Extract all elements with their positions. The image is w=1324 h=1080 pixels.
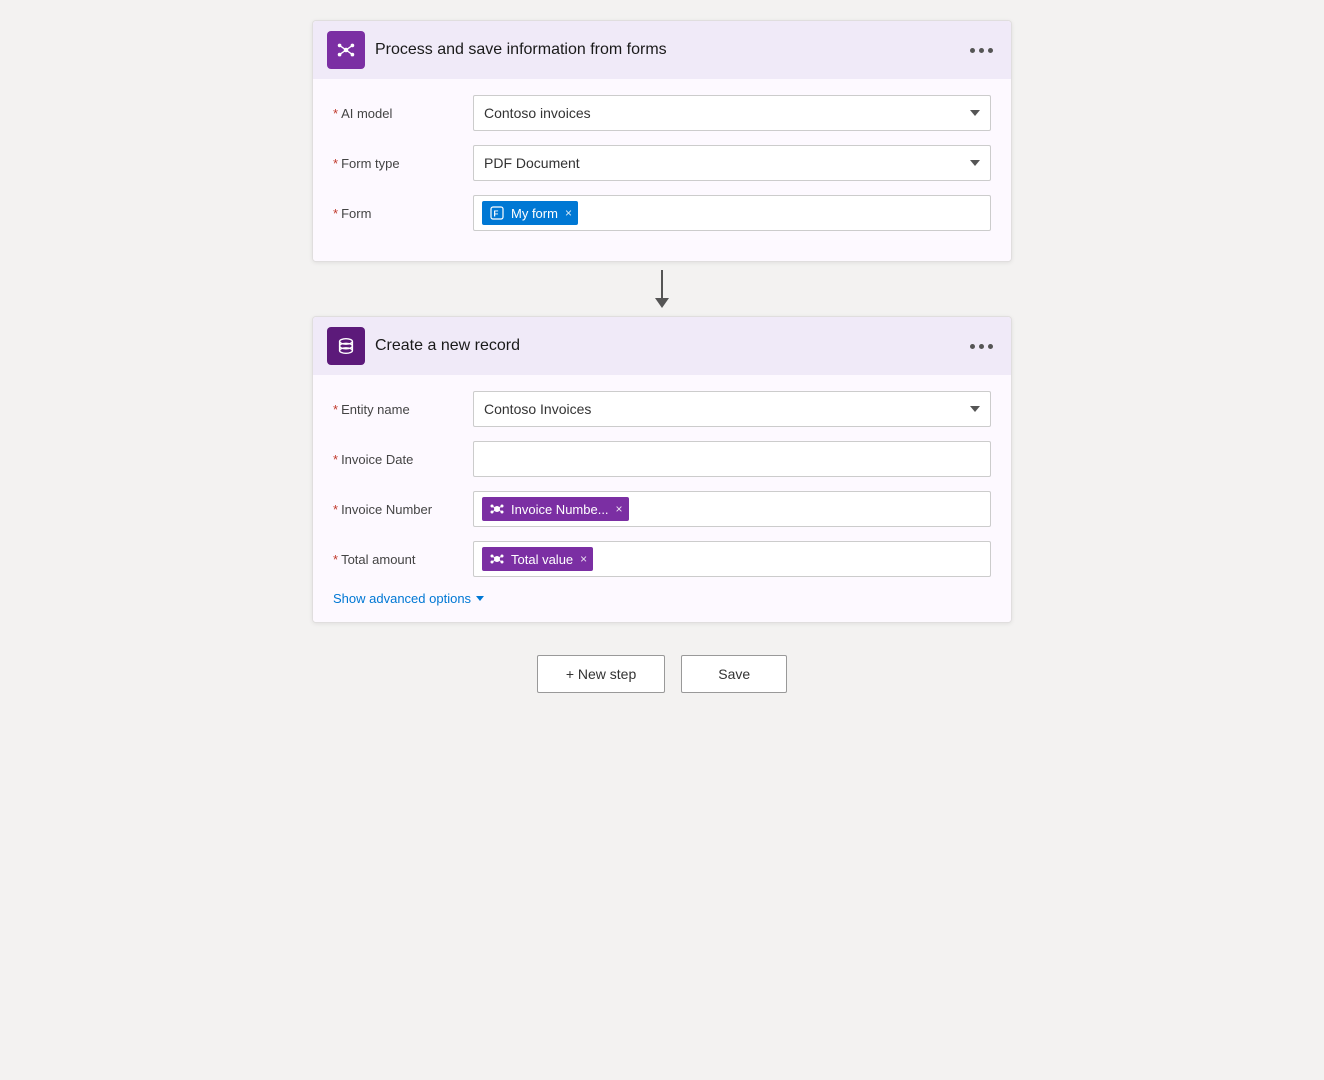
- canvas: Process and save information from forms …: [0, 0, 1324, 693]
- total-amount-required: *: [333, 552, 338, 567]
- ai-model-select[interactable]: Contoso invoices: [473, 95, 991, 131]
- save-button[interactable]: Save: [681, 655, 787, 693]
- invoice-date-required: *: [333, 452, 338, 467]
- entity-name-label: *Entity name: [333, 402, 473, 417]
- ai-model-chevron-icon: [970, 110, 980, 116]
- dataverse-svg: [335, 335, 357, 357]
- entity-name-select[interactable]: Contoso Invoices: [473, 391, 991, 427]
- ai-tag2-icon-svg: [489, 551, 505, 567]
- field-row-ai-model: *AI model Contoso invoices: [333, 95, 991, 131]
- invoice-number-control: Invoice Numbe... ×: [473, 491, 991, 527]
- card2-title: Create a new record: [375, 337, 520, 355]
- new-step-button[interactable]: + New step: [537, 655, 665, 693]
- form-type-label: *Form type: [333, 156, 473, 171]
- dot3: [988, 48, 993, 53]
- show-advanced-options-button[interactable]: Show advanced options: [333, 591, 991, 606]
- forms-icon-svg: F: [489, 205, 505, 221]
- form-tag-label: My form: [511, 206, 558, 221]
- invoice-number-tag: Invoice Numbe... ×: [482, 497, 629, 521]
- card1-body: *AI model Contoso invoices *Form type PD…: [313, 79, 1011, 261]
- card2-dot2: [979, 344, 984, 349]
- entity-name-chevron-icon: [970, 406, 980, 412]
- svg-text:F: F: [494, 210, 499, 219]
- form-type-required: *: [333, 156, 338, 171]
- card1-menu-button[interactable]: [966, 44, 997, 57]
- arrow-head-1: [655, 298, 669, 308]
- total-amount-tag-control[interactable]: Total value ×: [473, 541, 991, 577]
- field-row-form-type: *Form type PDF Document: [333, 145, 991, 181]
- invoice-date-label: *Invoice Date: [333, 452, 473, 467]
- card2-header: Create a new record: [313, 317, 1011, 375]
- form-tag: F My form ×: [482, 201, 578, 225]
- total-amount-control: Total value ×: [473, 541, 991, 577]
- arrow-line-1: [661, 270, 663, 298]
- field-row-invoice-number: *Invoice Number: [333, 491, 991, 527]
- field-row-total-amount: *Total amount: [333, 541, 991, 577]
- invoice-number-label: *Invoice Number: [333, 502, 473, 517]
- show-advanced-chevron-icon: [476, 596, 484, 601]
- form-type-select[interactable]: PDF Document: [473, 145, 991, 181]
- card1-header-left: Process and save information from forms: [327, 31, 667, 69]
- invoice-date-input[interactable]: [473, 441, 991, 477]
- card2-header-left: Create a new record: [327, 327, 520, 365]
- dot2: [979, 48, 984, 53]
- form-control: F My form ×: [473, 195, 991, 231]
- form-required: *: [333, 206, 338, 221]
- ai-tag-icon-svg: [489, 501, 505, 517]
- total-amount-tag: Total value ×: [482, 547, 593, 571]
- dataverse-icon: [327, 327, 365, 365]
- ai-model-control: Contoso invoices: [473, 95, 991, 131]
- form-type-chevron-icon: [970, 160, 980, 166]
- total-amount-tag-remove[interactable]: ×: [580, 552, 587, 566]
- total-amount-tag-icon: [488, 550, 506, 568]
- card1-header: Process and save information from forms: [313, 21, 1011, 79]
- ai-model-label: *AI model: [333, 106, 473, 121]
- ai-builder-svg: [335, 39, 357, 61]
- field-row-invoice-date: *Invoice Date: [333, 441, 991, 477]
- entity-name-required: *: [333, 402, 338, 417]
- form-type-control: PDF Document: [473, 145, 991, 181]
- invoice-number-tag-label: Invoice Numbe...: [511, 502, 609, 517]
- field-row-entity-name: *Entity name Contoso Invoices: [333, 391, 991, 427]
- invoice-number-required: *: [333, 502, 338, 517]
- invoice-number-tag-remove[interactable]: ×: [616, 502, 623, 516]
- form-label: *Form: [333, 206, 473, 221]
- card-create-record: Create a new record *Entity name Contoso…: [312, 316, 1012, 623]
- card2-body: *Entity name Contoso Invoices *Invoice D…: [313, 375, 1011, 622]
- bottom-buttons-bar: + New step Save: [537, 655, 787, 693]
- ai-builder-icon: [327, 31, 365, 69]
- form-tag-control[interactable]: F My form ×: [473, 195, 991, 231]
- dot1: [970, 48, 975, 53]
- arrow-connector-1: [655, 270, 669, 308]
- form-tag-icon: F: [488, 204, 506, 222]
- total-amount-label: *Total amount: [333, 552, 473, 567]
- invoice-date-control: [473, 441, 991, 477]
- card2-dot3: [988, 344, 993, 349]
- invoice-number-tag-control[interactable]: Invoice Numbe... ×: [473, 491, 991, 527]
- invoice-number-tag-icon: [488, 500, 506, 518]
- total-amount-tag-label: Total value: [511, 552, 573, 567]
- field-row-form: *Form F My form: [333, 195, 991, 231]
- entity-name-control: Contoso Invoices: [473, 391, 991, 427]
- card2-dot1: [970, 344, 975, 349]
- card2-menu-button[interactable]: [966, 340, 997, 353]
- ai-model-required: *: [333, 106, 338, 121]
- card1-title: Process and save information from forms: [375, 41, 667, 59]
- form-tag-remove[interactable]: ×: [565, 206, 572, 220]
- card-process-forms: Process and save information from forms …: [312, 20, 1012, 262]
